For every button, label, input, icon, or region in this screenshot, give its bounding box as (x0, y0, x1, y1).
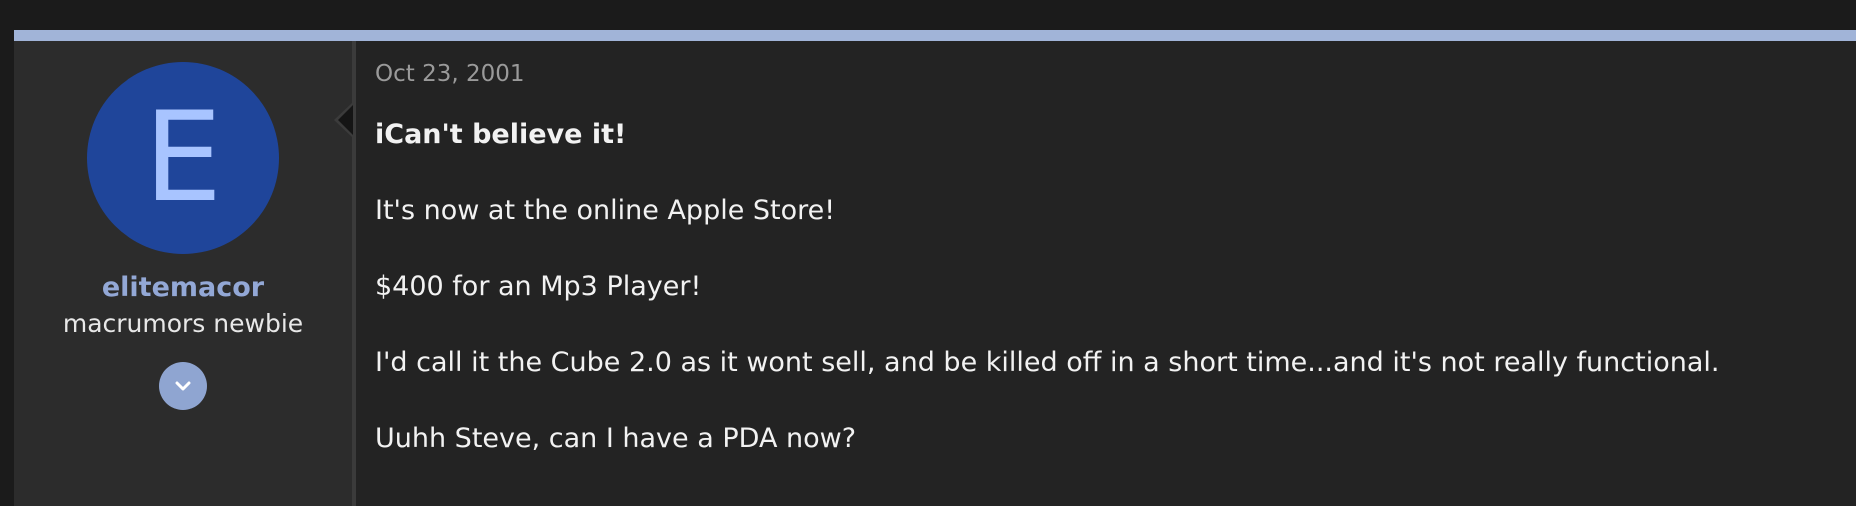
chevron-down-icon (175, 381, 191, 391)
message-paragraph: Uuhh Steve, can I have a PDA now? (375, 423, 857, 454)
post-accent-bar (14, 30, 1856, 41)
user-title: macrumors newbie (62, 309, 304, 338)
message-paragraph: It's now at the online Apple Store! (375, 195, 836, 226)
user-panel: E elitemacor macrumors newbie (14, 41, 356, 506)
avatar[interactable]: E (87, 62, 279, 254)
expand-user-info-button[interactable] (159, 362, 207, 410)
page: E elitemacor macrumors newbie Oct 23, 20… (0, 0, 1856, 506)
username-link[interactable]: elitemacor (14, 271, 352, 305)
message-body: iCan't believe it! It's now at the onlin… (375, 119, 1719, 499)
message-paragraph: $400 for an Mp3 Player! (375, 271, 702, 302)
forum-post: E elitemacor macrumors newbie Oct 23, 20… (14, 30, 1856, 506)
message-pointer-arrow-fill (338, 105, 353, 135)
message-headline: iCan't believe it! (375, 119, 627, 150)
message-paragraph: I'd call it the Cube 2.0 as it wont sell… (375, 347, 1720, 378)
post-date-link[interactable]: Oct 23, 2001 (375, 59, 525, 89)
